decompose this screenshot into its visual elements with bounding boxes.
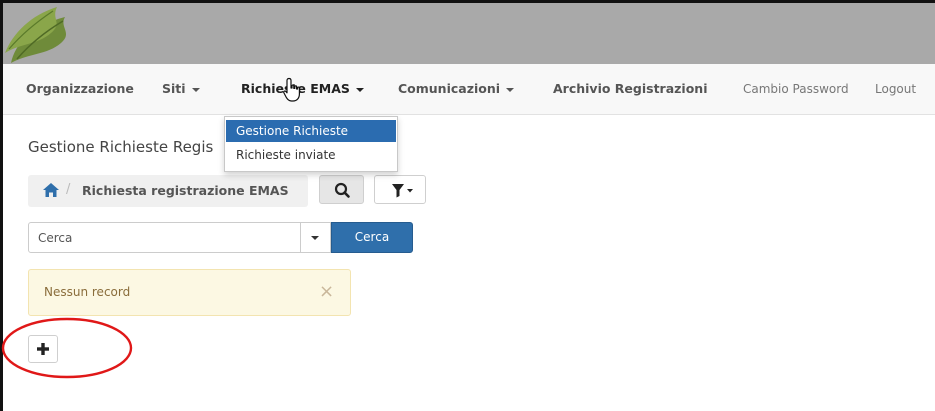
search-toggle-button[interactable] [319,175,364,204]
nav-organizzazione[interactable]: Organizzazione [26,64,134,114]
search-submit-button[interactable]: Cerca [331,222,413,253]
menu-item-richieste-inviate[interactable]: Richieste inviate [226,144,396,166]
home-icon[interactable] [42,182,60,202]
nav-logout-label: Logout [875,82,917,96]
search-icon [334,182,350,198]
no-records-alert: Nessun record × [28,269,351,316]
filter-icon [392,184,413,198]
nav-cambio-password[interactable]: Cambio Password [743,64,849,114]
main-navbar: Organizzazione Siti Richieste EMAS Comun… [3,64,935,115]
nav-logout[interactable]: Logout [875,64,916,114]
nav-siti-label: Siti [162,81,186,96]
leaf-logo-icon [5,7,67,63]
nav-comunicazioni-label: Comunicazioni [398,81,501,96]
filter-button[interactable] [374,175,426,204]
chevron-down-icon [311,236,319,240]
search-options-dropdown[interactable] [300,222,331,253]
chevron-down-icon [355,87,364,92]
header-banner [3,3,935,64]
richieste-dropdown-menu: Gestione Richieste Richieste inviate [224,116,398,172]
annotation-circle [1,317,133,379]
page-title: Gestione Richieste Regis [28,138,214,156]
breadcrumb-separator: / [66,182,71,197]
nav-siti[interactable]: Siti [162,64,200,114]
nav-archivio-registrazioni[interactable]: Archivio Registrazioni [553,64,708,114]
close-icon[interactable]: × [319,282,334,302]
chevron-down-icon [506,87,515,92]
chevron-down-icon [191,87,200,92]
search-input[interactable] [29,223,297,252]
nav-comunicazioni[interactable]: Comunicazioni [398,64,515,114]
nav-archivio-label: Archivio Registrazioni [553,81,708,96]
breadcrumb: / Richiesta registrazione EMAS [28,175,308,207]
hand-pointer-icon [283,77,300,102]
menu-item-gestione-richieste[interactable]: Gestione Richieste [226,120,396,142]
search-field-wrapper [28,222,301,253]
alert-message: Nessun record [44,285,131,299]
nav-cambio-password-label: Cambio Password [743,82,849,96]
breadcrumb-current: Richiesta registrazione EMAS [82,183,289,198]
nav-organizzazione-label: Organizzazione [26,81,134,96]
